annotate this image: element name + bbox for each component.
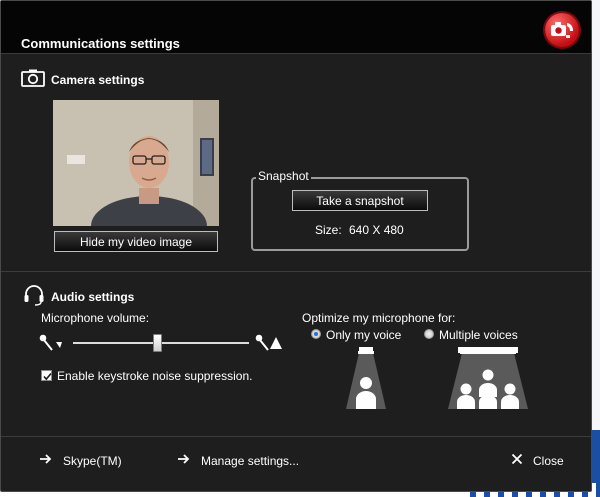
dialog-title: Communications settings [21,36,180,51]
camera-phone-icon [545,13,579,47]
manage-settings-link[interactable]: Manage settings... [177,453,299,468]
snapshot-size-value: 640 X 480 [349,223,404,237]
single-speaker-icon [344,347,388,416]
radio-multiple-voices-label[interactable]: Multiple voices [439,328,518,342]
arrow-right-icon [39,453,53,468]
section-divider [1,271,591,272]
skype-link-label[interactable]: Skype(TM) [63,454,122,468]
group-speakers-icon [448,347,528,416]
close-label[interactable]: Close [533,454,564,468]
optimize-microphone-label: Optimize my microphone for: [302,311,456,325]
communications-settings-dialog: Communications settings Camera settings [0,0,592,492]
snapshot-size-label: Size: [315,223,342,237]
take-snapshot-button[interactable]: Take a snapshot [292,190,428,211]
manage-settings-label[interactable]: Manage settings... [201,454,299,468]
microphone-low-icon [39,333,67,360]
title-bar: Communications settings [1,1,591,54]
snapshot-group [251,177,469,251]
noise-suppression-label[interactable]: Enable keystroke noise suppression. [57,369,252,383]
close-icon [511,453,523,468]
radio-only-my-voice[interactable] [311,329,321,339]
microphone-high-icon [255,333,285,360]
microphone-volume-thumb[interactable] [152,334,162,352]
radio-multiple-voices[interactable] [424,329,434,339]
hide-video-button[interactable]: Hide my video image [54,231,218,252]
noise-suppression-checkbox[interactable] [41,370,52,381]
radio-only-my-voice-label[interactable]: Only my voice [326,328,401,342]
camera-section-title: Camera settings [51,72,145,87]
camera-section-header: Camera settings [21,69,144,90]
video-preview [53,100,219,226]
arrow-right-icon [177,453,191,468]
snapshot-legend: Snapshot [256,169,311,183]
microphone-volume-label: Microphone volume: [41,311,150,325]
audio-section-header: Audio settings [23,284,134,309]
headset-icon [23,284,45,309]
audio-section-title: Audio settings [51,289,135,304]
skype-link[interactable]: Skype(TM) [39,453,122,468]
footer-divider [1,436,591,437]
close-button[interactable]: Close [511,453,564,468]
camera-icon [21,69,45,90]
